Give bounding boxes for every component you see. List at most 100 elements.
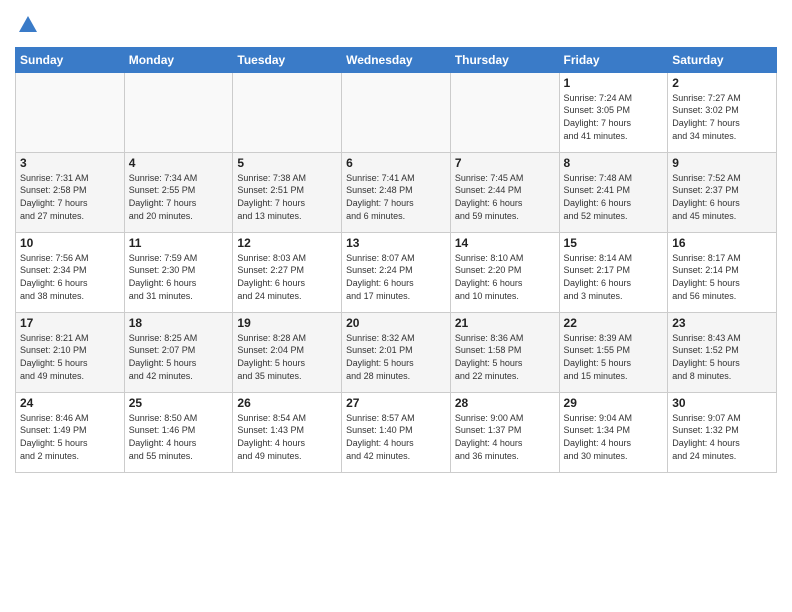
weekday-thursday: Thursday — [450, 47, 559, 72]
calendar-cell: 15 Sunrise: 8:14 AM Sunset: 2:17 PM Dayli… — [559, 232, 668, 312]
day-number: 23 — [672, 316, 772, 330]
calendar-cell: 3 Sunrise: 7:31 AM Sunset: 2:58 PM Daylig… — [16, 152, 125, 232]
weekday-friday: Friday — [559, 47, 668, 72]
calendar-table: SundayMondayTuesdayWednesdayThursdayFrid… — [15, 47, 777, 473]
logo-icon — [17, 14, 39, 36]
calendar-cell: 2 Sunrise: 7:27 AM Sunset: 3:02 PM Daylig… — [668, 72, 777, 152]
calendar-cell: 8Sunrise: 7:48 AM Sunset: 2:41 PM Daylig… — [559, 152, 668, 232]
day-info: Sunrise: 7:24 AM Sunset: 3:05 PM Dayligh… — [564, 92, 664, 142]
day-number: 10 — [20, 236, 120, 250]
calendar-cell: 1 Sunrise: 7:24 AM Sunset: 3:05 PM Daylig… — [559, 72, 668, 152]
week-row-3: 10 Sunrise: 7:56 AM Sunset: 2:34 PM Dayli… — [16, 232, 777, 312]
calendar-cell — [450, 72, 559, 152]
calendar-cell: 19 Sunrise: 8:28 AM Sunset: 2:04 PM Dayli… — [233, 312, 342, 392]
day-number: 6 — [346, 156, 446, 170]
calendar-cell: 21 Sunrise: 8:36 AM Sunset: 1:58 PM Dayli… — [450, 312, 559, 392]
day-info: Sunrise: 9:07 AM Sunset: 1:32 PM Dayligh… — [672, 412, 772, 462]
day-info: Sunrise: 7:56 AM Sunset: 2:34 PM Dayligh… — [20, 252, 120, 302]
day-number: 16 — [672, 236, 772, 250]
logo — [15, 14, 39, 41]
calendar-cell: 27 Sunrise: 8:57 AM Sunset: 1:40 PM Dayli… — [342, 392, 451, 472]
header — [15, 10, 777, 41]
page-container: SundayMondayTuesdayWednesdayThursdayFrid… — [0, 0, 792, 478]
day-number: 1 — [564, 76, 664, 90]
calendar-cell: 28 Sunrise: 9:00 AM Sunset: 1:37 PM Dayli… — [450, 392, 559, 472]
calendar-cell: 11 Sunrise: 7:59 AM Sunset: 2:30 PM Dayli… — [124, 232, 233, 312]
day-info: Sunrise: 9:00 AM Sunset: 1:37 PM Dayligh… — [455, 412, 555, 462]
day-info: Sunrise: 8:36 AM Sunset: 1:58 PM Dayligh… — [455, 332, 555, 382]
day-number: 17 — [20, 316, 120, 330]
day-info: Sunrise: 7:27 AM Sunset: 3:02 PM Dayligh… — [672, 92, 772, 142]
weekday-monday: Monday — [124, 47, 233, 72]
calendar-cell — [233, 72, 342, 152]
day-info: Sunrise: 8:57 AM Sunset: 1:40 PM Dayligh… — [346, 412, 446, 462]
day-info: Sunrise: 7:52 AM Sunset: 2:37 PM Dayligh… — [672, 172, 772, 222]
calendar-cell: 13 Sunrise: 8:07 AM Sunset: 2:24 PM Dayli… — [342, 232, 451, 312]
day-number: 24 — [20, 396, 120, 410]
weekday-saturday: Saturday — [668, 47, 777, 72]
calendar-cell: 9 Sunrise: 7:52 AM Sunset: 2:37 PM Daylig… — [668, 152, 777, 232]
day-number: 7 — [455, 156, 555, 170]
day-info: Sunrise: 8:10 AM Sunset: 2:20 PM Dayligh… — [455, 252, 555, 302]
day-info: Sunrise: 8:54 AM Sunset: 1:43 PM Dayligh… — [237, 412, 337, 462]
weekday-wednesday: Wednesday — [342, 47, 451, 72]
calendar-cell: 30 Sunrise: 9:07 AM Sunset: 1:32 PM Dayli… — [668, 392, 777, 472]
day-info: Sunrise: 8:21 AM Sunset: 2:10 PM Dayligh… — [20, 332, 120, 382]
day-number: 21 — [455, 316, 555, 330]
day-number: 14 — [455, 236, 555, 250]
day-number: 20 — [346, 316, 446, 330]
calendar-cell: 17 Sunrise: 8:21 AM Sunset: 2:10 PM Dayli… — [16, 312, 125, 392]
calendar-cell: 25 Sunrise: 8:50 AM Sunset: 1:46 PM Dayli… — [124, 392, 233, 472]
calendar-cell: 22 Sunrise: 8:39 AM Sunset: 1:55 PM Dayli… — [559, 312, 668, 392]
day-info: Sunrise: 8:28 AM Sunset: 2:04 PM Dayligh… — [237, 332, 337, 382]
day-info: Sunrise: 8:50 AM Sunset: 1:46 PM Dayligh… — [129, 412, 229, 462]
calendar-cell: 18Sunrise: 8:25 AM Sunset: 2:07 PM Dayli… — [124, 312, 233, 392]
day-number: 29 — [564, 396, 664, 410]
day-number: 22 — [564, 316, 664, 330]
calendar-cell — [342, 72, 451, 152]
day-number: 28 — [455, 396, 555, 410]
calendar-cell: 16 Sunrise: 8:17 AM Sunset: 2:14 PM Dayli… — [668, 232, 777, 312]
calendar-cell: 5 Sunrise: 7:38 AM Sunset: 2:51 PM Daylig… — [233, 152, 342, 232]
day-number: 11 — [129, 236, 229, 250]
calendar-cell: 14 Sunrise: 8:10 AM Sunset: 2:20 PM Dayli… — [450, 232, 559, 312]
day-number: 27 — [346, 396, 446, 410]
weekday-header-row: SundayMondayTuesdayWednesdayThursdayFrid… — [16, 47, 777, 72]
day-number: 9 — [672, 156, 772, 170]
day-info: Sunrise: 8:07 AM Sunset: 2:24 PM Dayligh… — [346, 252, 446, 302]
day-info: Sunrise: 8:39 AM Sunset: 1:55 PM Dayligh… — [564, 332, 664, 382]
calendar-cell: 20 Sunrise: 8:32 AM Sunset: 2:01 PM Dayli… — [342, 312, 451, 392]
week-row-4: 17 Sunrise: 8:21 AM Sunset: 2:10 PM Dayli… — [16, 312, 777, 392]
calendar-cell: 26 Sunrise: 8:54 AM Sunset: 1:43 PM Dayli… — [233, 392, 342, 472]
calendar-cell: 7Sunrise: 7:45 AM Sunset: 2:44 PM Daylig… — [450, 152, 559, 232]
day-number: 19 — [237, 316, 337, 330]
week-row-1: 1 Sunrise: 7:24 AM Sunset: 3:05 PM Daylig… — [16, 72, 777, 152]
calendar-cell: 10 Sunrise: 7:56 AM Sunset: 2:34 PM Dayli… — [16, 232, 125, 312]
day-info: Sunrise: 7:31 AM Sunset: 2:58 PM Dayligh… — [20, 172, 120, 222]
day-info: Sunrise: 9:04 AM Sunset: 1:34 PM Dayligh… — [564, 412, 664, 462]
day-number: 25 — [129, 396, 229, 410]
day-number: 13 — [346, 236, 446, 250]
week-row-5: 24Sunrise: 8:46 AM Sunset: 1:49 PM Dayli… — [16, 392, 777, 472]
day-number: 30 — [672, 396, 772, 410]
calendar-cell: 4Sunrise: 7:34 AM Sunset: 2:55 PM Daylig… — [124, 152, 233, 232]
calendar-cell: 24Sunrise: 8:46 AM Sunset: 1:49 PM Dayli… — [16, 392, 125, 472]
calendar-cell — [124, 72, 233, 152]
calendar-cell: 12Sunrise: 8:03 AM Sunset: 2:27 PM Dayli… — [233, 232, 342, 312]
day-number: 5 — [237, 156, 337, 170]
day-info: Sunrise: 7:59 AM Sunset: 2:30 PM Dayligh… — [129, 252, 229, 302]
day-number: 3 — [20, 156, 120, 170]
day-info: Sunrise: 7:38 AM Sunset: 2:51 PM Dayligh… — [237, 172, 337, 222]
day-number: 2 — [672, 76, 772, 90]
day-number: 26 — [237, 396, 337, 410]
day-info: Sunrise: 7:34 AM Sunset: 2:55 PM Dayligh… — [129, 172, 229, 222]
day-info: Sunrise: 8:17 AM Sunset: 2:14 PM Dayligh… — [672, 252, 772, 302]
day-info: Sunrise: 8:32 AM Sunset: 2:01 PM Dayligh… — [346, 332, 446, 382]
calendar-cell: 6Sunrise: 7:41 AM Sunset: 2:48 PM Daylig… — [342, 152, 451, 232]
calendar-cell — [16, 72, 125, 152]
calendar-cell: 29 Sunrise: 9:04 AM Sunset: 1:34 PM Dayli… — [559, 392, 668, 472]
day-number: 15 — [564, 236, 664, 250]
day-info: Sunrise: 8:14 AM Sunset: 2:17 PM Dayligh… — [564, 252, 664, 302]
day-info: Sunrise: 8:43 AM Sunset: 1:52 PM Dayligh… — [672, 332, 772, 382]
day-number: 12 — [237, 236, 337, 250]
